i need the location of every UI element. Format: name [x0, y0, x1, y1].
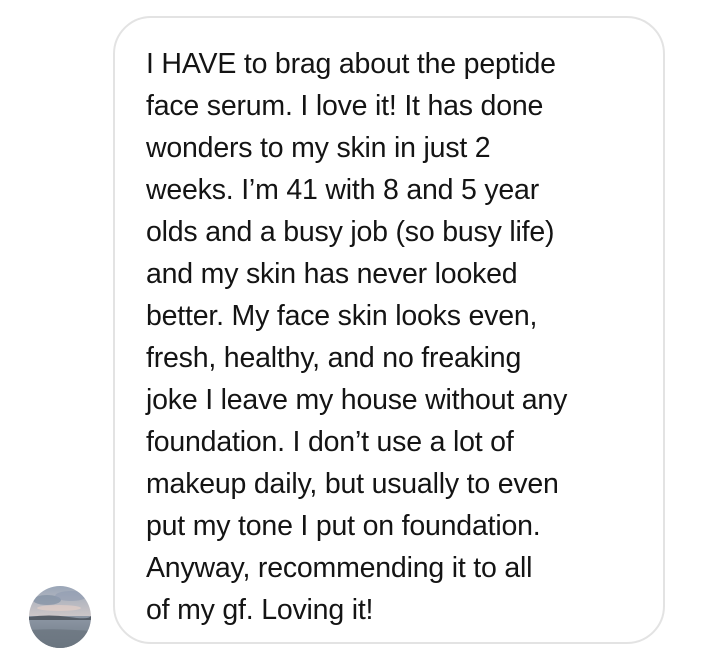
- message-line: makeup daily, but usually to even: [146, 468, 559, 500]
- message-line: foundation. I don’t use a lot of: [146, 426, 514, 458]
- avatar-landscape-image: [29, 586, 91, 648]
- avatar[interactable]: [29, 586, 91, 648]
- message-line: I HAVE to brag about the peptide: [146, 48, 556, 80]
- message-line: better. My face skin looks even,: [146, 300, 538, 332]
- message-line: and my skin has never looked: [146, 258, 518, 290]
- message-line: wonders to my skin in just 2: [146, 132, 491, 164]
- message-line: joke I leave my house without any: [146, 384, 568, 416]
- message-line: Anyway, recommending it to all: [146, 552, 533, 584]
- message-line: weeks. I’m 41 with 8 and 5 year: [146, 174, 539, 206]
- message-line: of my gf. Loving it!: [146, 594, 374, 626]
- message-line: face serum. I love it! It has done: [146, 90, 544, 122]
- message-text: I HAVE to brag about the peptide face se…: [146, 43, 643, 631]
- message-line: fresh, healthy, and no freaking: [146, 342, 522, 374]
- message-row: I HAVE to brag about the peptide face se…: [0, 0, 711, 662]
- message-line: put my tone I put on foundation.: [146, 510, 541, 542]
- message-bubble[interactable]: I HAVE to brag about the peptide face se…: [113, 16, 665, 644]
- message-line: olds and a busy job (so busy life): [146, 216, 555, 248]
